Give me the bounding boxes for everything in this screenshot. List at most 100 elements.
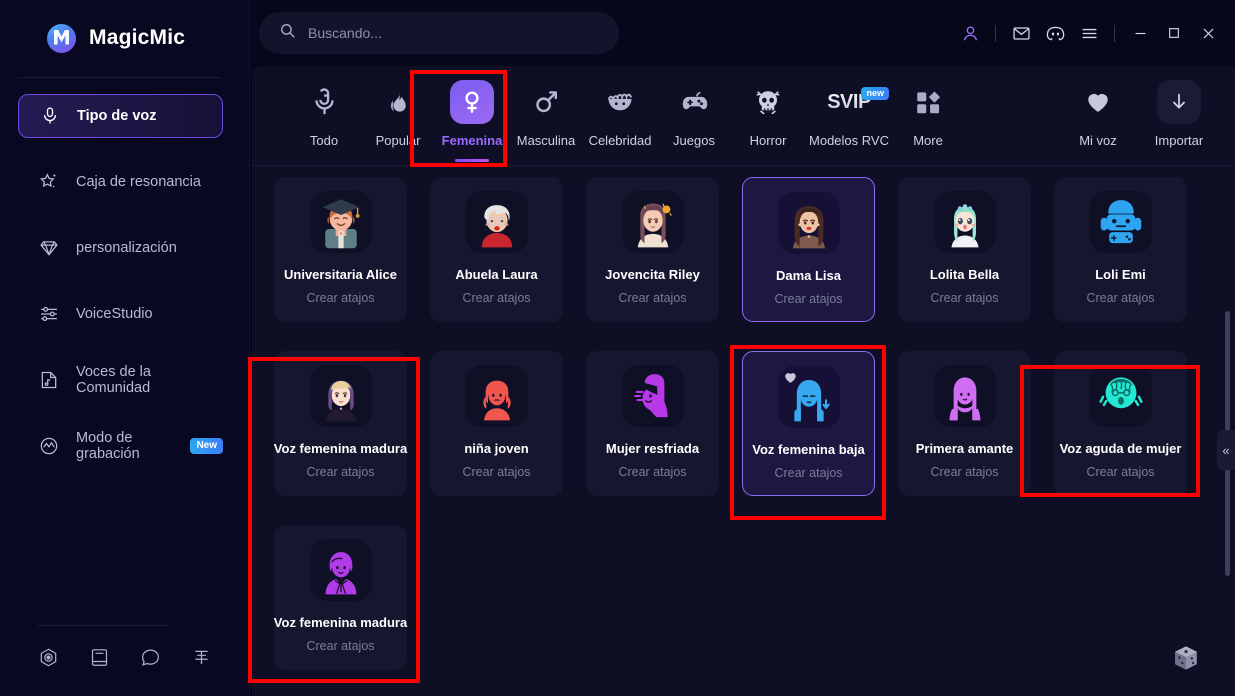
flame-icon <box>384 80 413 124</box>
voice-card[interactable]: Universitaria Alice Crear atajos <box>274 177 407 322</box>
tab-more[interactable]: More <box>892 80 964 148</box>
chat-icon[interactable] <box>140 647 161 668</box>
voice-card[interactable]: Abuela Laura Crear atajos <box>430 177 563 322</box>
tab-active-underline <box>455 159 489 162</box>
young-girl-avatar <box>621 191 684 253</box>
low-voice-woman-icon <box>777 366 840 428</box>
discord-icon[interactable] <box>1038 16 1072 50</box>
tab-label: Masculina <box>516 133 576 148</box>
tab-popular[interactable]: Popular <box>362 80 434 148</box>
app-brand: MagicMic <box>0 0 249 56</box>
tab-mi-voz[interactable]: Mi voz <box>1062 80 1134 148</box>
tab-juegos[interactable]: Juegos <box>658 80 730 148</box>
voice-card-name: Abuela Laura <box>455 267 538 282</box>
voice-card-shortcut[interactable]: Crear atajos <box>306 639 374 653</box>
tab-importar[interactable]: Importar <box>1143 80 1215 148</box>
voice-card-shortcut[interactable]: Crear atajos <box>306 291 374 305</box>
tab-label: Juegos <box>673 133 715 148</box>
search-placeholder: Buscando... <box>308 25 382 41</box>
voice-card-shortcut[interactable]: Crear atajos <box>618 291 686 305</box>
voice-card-name: Lolita Bella <box>929 267 1000 282</box>
voice-card-name: Dama Lisa <box>775 268 842 283</box>
voice-card-shortcut[interactable]: Crear atajos <box>930 465 998 479</box>
voice-card[interactable]: niña joven Crear atajos <box>430 351 563 496</box>
sidebar-item-tipo-de-voz[interactable]: Tipo de voz <box>18 94 223 138</box>
magicmic-logo-icon <box>47 23 76 53</box>
crown-face-icon <box>605 80 635 124</box>
tab-todo[interactable]: Todo <box>288 80 360 148</box>
app-title: MagicMic <box>89 26 186 49</box>
voice-card[interactable]: Voz aguda de mujer Crear atajos <box>1054 351 1187 496</box>
tab-label: Celebridad <box>588 133 652 148</box>
magicmic-window: MagicMic Tipo de voz Caja de resonancia … <box>0 0 1235 696</box>
red-girl-avatar <box>465 365 528 427</box>
tab-horror[interactable]: Horror <box>732 80 804 148</box>
sidebar-item-caja-de-resonancia[interactable]: Caja de resonancia <box>18 160 223 204</box>
voice-card-name: Voz femenina baja <box>752 442 865 457</box>
voice-card[interactable]: Dama Lisa Crear atajos <box>742 177 875 322</box>
feedback-icon[interactable] <box>191 647 212 668</box>
tab-masculina[interactable]: Masculina <box>510 80 582 148</box>
tab-label: Popular <box>375 133 421 148</box>
maximize-icon[interactable] <box>1157 16 1191 50</box>
voice-card-shortcut[interactable]: Crear atajos <box>618 465 686 479</box>
purple-woman-icon <box>933 365 996 427</box>
lady-avatar <box>777 192 840 254</box>
voice-card-shortcut[interactable]: Crear atajos <box>1086 465 1154 479</box>
download-arrow-icon <box>1157 80 1201 124</box>
voice-card-shortcut[interactable]: Crear atajos <box>774 292 842 306</box>
voice-card-name: Voz femenina madura <box>273 441 408 456</box>
user-icon[interactable] <box>953 16 987 50</box>
voice-card-shortcut[interactable]: Crear atajos <box>930 291 998 305</box>
sidebar-item-label: Tipo de voz <box>77 108 157 124</box>
voice-card[interactable]: Jovencita Riley Crear atajos <box>586 177 719 322</box>
favorite-heart-icon[interactable] <box>783 370 798 390</box>
sidebar-item-label: personalización <box>76 240 177 256</box>
voice-card[interactable]: Voz femenina madura Crear atajos <box>274 351 407 496</box>
voice-card[interactable]: Voz femenina madura Crear atajos <box>274 525 407 670</box>
voice-card[interactable]: Voz femenina baja Crear atajos <box>742 351 875 496</box>
voice-card-name: niña joven <box>464 441 529 456</box>
divider <box>995 24 996 42</box>
target-icon[interactable] <box>38 647 59 668</box>
sidebar-item-label: Voces de la Comunidad <box>76 364 151 396</box>
sidebar-item-personalizacion[interactable]: personalización <box>18 226 223 270</box>
tab-femenina[interactable]: Femenina <box>436 80 508 162</box>
collapse-panel-button[interactable]: « <box>1217 430 1235 470</box>
tab-modelos-rvc[interactable]: SVIP new Modelos RVC <box>806 80 892 148</box>
menu-icon[interactable] <box>1072 16 1106 50</box>
tab-celebridad[interactable]: Celebridad <box>584 80 656 148</box>
female-symbol-icon <box>450 80 494 124</box>
sidebar-item-label: Modo de grabación <box>76 430 140 462</box>
skull-icon <box>753 80 783 124</box>
voice-card-shortcut[interactable]: Crear atajos <box>462 465 530 479</box>
sidebar-footer <box>38 647 212 668</box>
sidebar-item-voces-de-la-comunidad[interactable]: Voces de la Comunidad <box>18 358 223 402</box>
main-panel: Todo Popular Femenina Masculina Celebrid… <box>252 66 1235 696</box>
sidebar-item-label: VoiceStudio <box>76 306 153 322</box>
heart-icon <box>1084 80 1112 124</box>
voice-card-shortcut[interactable]: Crear atajos <box>774 466 842 480</box>
sidebar-item-voicestudio[interactable]: VoiceStudio <box>18 292 223 336</box>
divider <box>1114 24 1115 42</box>
dice-icon[interactable] <box>1171 643 1201 678</box>
voice-card[interactable]: Primera amante Crear atajos <box>898 351 1031 496</box>
voice-card[interactable]: Lolita Bella Crear atajos <box>898 177 1031 322</box>
search-input[interactable]: Buscando... <box>259 12 619 54</box>
voice-card-shortcut[interactable]: Crear atajos <box>306 465 374 479</box>
sliders-icon <box>39 304 59 324</box>
category-tab-bar: Todo Popular Femenina Masculina Celebrid… <box>252 66 1235 166</box>
voice-card[interactable]: Loli Emi Crear atajos <box>1054 177 1187 322</box>
voice-card-shortcut[interactable]: Crear atajos <box>1086 291 1154 305</box>
magic-wand-icon <box>39 172 59 192</box>
voice-card-shortcut[interactable]: Crear atajos <box>462 291 530 305</box>
window-controls <box>953 0 1225 66</box>
minimize-icon[interactable] <box>1123 16 1157 50</box>
male-symbol-icon <box>532 80 560 124</box>
book-icon[interactable] <box>89 647 110 668</box>
sidebar-item-modo-de-grabacion[interactable]: Modo de grabación New <box>18 424 223 468</box>
mail-icon[interactable] <box>1004 16 1038 50</box>
voice-card[interactable]: Mujer resfriada Crear atajos <box>586 351 719 496</box>
voice-card-name: Voz femenina madura <box>273 615 408 630</box>
close-icon[interactable] <box>1191 16 1225 50</box>
